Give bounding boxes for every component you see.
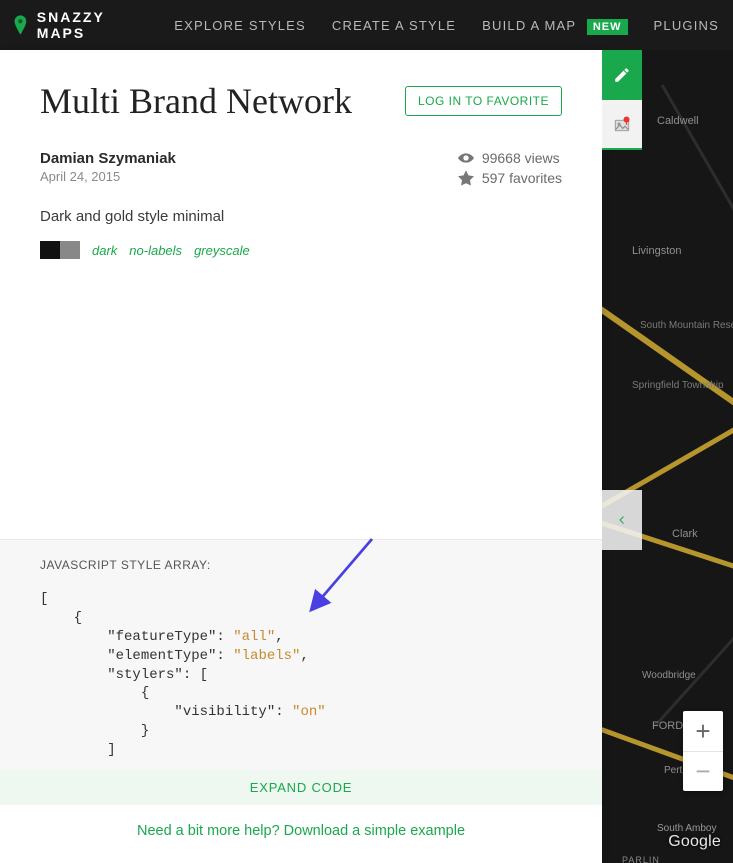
new-badge: NEW [587,19,628,35]
edit-style-button[interactable] [602,50,642,100]
author-block: Damian Szymaniak April 24, 2015 [40,150,176,190]
top-nav: SNAZZY MAPS EXPLORE STYLES CREATE A STYL… [0,0,733,50]
map-tool-stack [602,50,642,150]
marker-image-icon [613,115,631,133]
brand-name: SNAZZY MAPS [37,9,148,41]
map-label: South Mountain Reservation [640,320,730,331]
color-swatches [40,241,80,259]
nav-explore-styles[interactable]: EXPLORE STYLES [174,18,306,33]
download-example-link[interactable]: Need a bit more help? Download a simple … [0,805,602,863]
views-count: 99668 views [482,150,560,166]
style-json-code[interactable]: [ { "featureType": "all", "elementType":… [40,590,562,770]
map-label: Woodbridge [642,670,696,681]
author-name[interactable]: Damian Szymaniak [40,150,176,167]
map-label: Livingston [632,245,682,257]
style-stats: 99668 views 597 favorites [458,150,562,190]
favorites-count: 597 favorites [482,170,562,186]
map-label: PARLIN [622,855,660,863]
nav-build-map-label: BUILD A MAP [482,18,576,33]
map-label: Springfield Township [632,380,722,391]
chevron-left-icon [616,514,628,526]
style-detail-pane: Multi Brand Network LOG IN TO FAVORITE D… [0,50,602,863]
swatch-dark [40,241,60,259]
tag-dark[interactable]: dark [92,243,117,258]
tag-greyscale[interactable]: greyscale [194,243,250,258]
publish-date: April 24, 2015 [40,169,176,184]
collapse-panel-button[interactable] [602,490,642,550]
zoom-out-button[interactable]: − [683,751,723,791]
nav-create-style[interactable]: CREATE A STYLE [332,18,456,33]
add-marker-button[interactable] [602,100,642,150]
page-title: Multi Brand Network [40,80,352,122]
style-description: Dark and gold style minimal [40,208,562,225]
map-label: Caldwell [657,115,699,127]
brand-logo[interactable]: SNAZZY MAPS [14,9,148,41]
code-area: JAVASCRIPT STYLE ARRAY: [ { "featureType… [0,539,602,863]
zoom-in-button[interactable]: + [683,711,723,751]
expand-code-button[interactable]: EXPAND CODE [0,770,602,805]
nav-build-map[interactable]: BUILD A MAP NEW [482,18,627,33]
star-icon [458,170,474,186]
code-label: JAVASCRIPT STYLE ARRAY: [40,558,562,572]
login-to-favorite-button[interactable]: LOG IN TO FAVORITE [405,86,562,116]
tag-no-labels[interactable]: no-labels [129,243,182,258]
zoom-control: + − [683,711,723,791]
google-logo: Google [668,833,721,851]
tags-row: dark no-labels greyscale [40,241,562,259]
swatch-grey [60,241,80,259]
eye-icon [458,150,474,166]
map-pin-icon [14,14,27,36]
pencil-icon [613,66,631,84]
nav-plugins[interactable]: PLUGINS [654,18,719,33]
map-label: Clark [672,528,698,540]
